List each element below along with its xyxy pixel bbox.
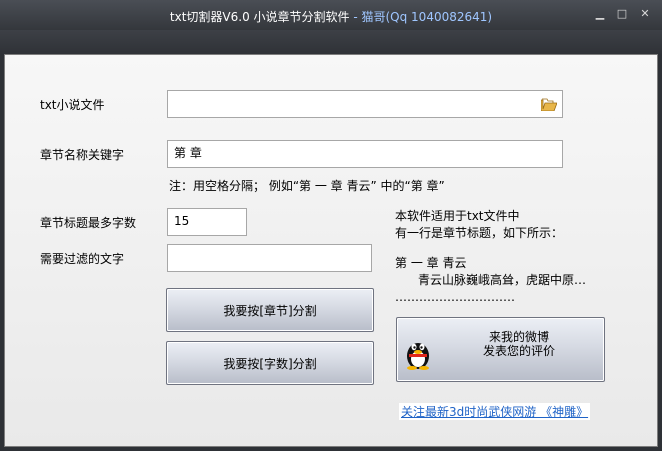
split-by-words-button[interactable]: 我要按[字数]分割 — [166, 341, 374, 385]
keyword-hint: 注：用空格分隔； 例如“第 一 章 青云” 中的“第 章” — [169, 179, 445, 193]
weibo-line-1: 来我的微博 — [488, 330, 549, 344]
example-title: 第 一 章 青云 — [395, 256, 467, 270]
chapter-keyword-label: 章节名称关键字 — [40, 148, 125, 162]
window-title-author: - 猫哥(Qq 1040082641) — [349, 10, 493, 24]
txt-file-input[interactable] — [167, 90, 563, 118]
example-dots: ………………………… — [395, 290, 515, 304]
example-body: 青云山脉巍峨高耸，虎踞中原… — [418, 273, 587, 287]
toolbar-strip — [0, 30, 662, 54]
weibo-button[interactable]: 来我的微博 发表您的评价 — [396, 317, 605, 382]
qq-penguin-icon — [407, 343, 429, 370]
maximize-button[interactable]: □ — [615, 8, 629, 20]
window-title-main: txt切割器V6.0 小说章节分割软件 — [169, 10, 350, 24]
split-by-chapter-button[interactable]: 我要按[章节]分割 — [166, 288, 374, 332]
filter-text-input[interactable] — [167, 244, 372, 272]
txt-file-label: txt小说文件 — [40, 98, 105, 112]
weibo-line-2: 发表您的评价 — [482, 344, 555, 358]
minimize-button[interactable]: ▁ — [593, 8, 607, 20]
info-line-1: 本软件适用于txt文件中 — [395, 209, 520, 223]
max-title-length-input[interactable]: 15 — [167, 208, 247, 236]
max-title-length-label: 章节标题最多字数 — [40, 216, 137, 230]
close-button[interactable]: ✕ — [638, 8, 652, 20]
main-panel: txt小说文件 章节名称关键字 第 章 注：用空格分隔； 例如“第 一 章 青云… — [4, 54, 658, 447]
title-bar[interactable]: txt切割器V6.0 小说章节分割软件 - 猫哥(Qq 1040082641) … — [0, 0, 662, 30]
open-folder-icon[interactable] — [541, 98, 557, 111]
info-line-2: 有一行是章节标题，如下所示： — [395, 226, 564, 240]
game-promo-link[interactable]: 关注最新3d时尚武侠网游 《神雕》 — [399, 403, 591, 420]
window-title: txt切割器V6.0 小说章节分割软件 - 猫哥(Qq 1040082641) — [0, 8, 662, 25]
app-window: txt切割器V6.0 小说章节分割软件 - 猫哥(Qq 1040082641) … — [0, 0, 662, 451]
chapter-keyword-input[interactable]: 第 章 — [167, 140, 563, 168]
filter-text-label: 需要过滤的文字 — [40, 252, 125, 266]
